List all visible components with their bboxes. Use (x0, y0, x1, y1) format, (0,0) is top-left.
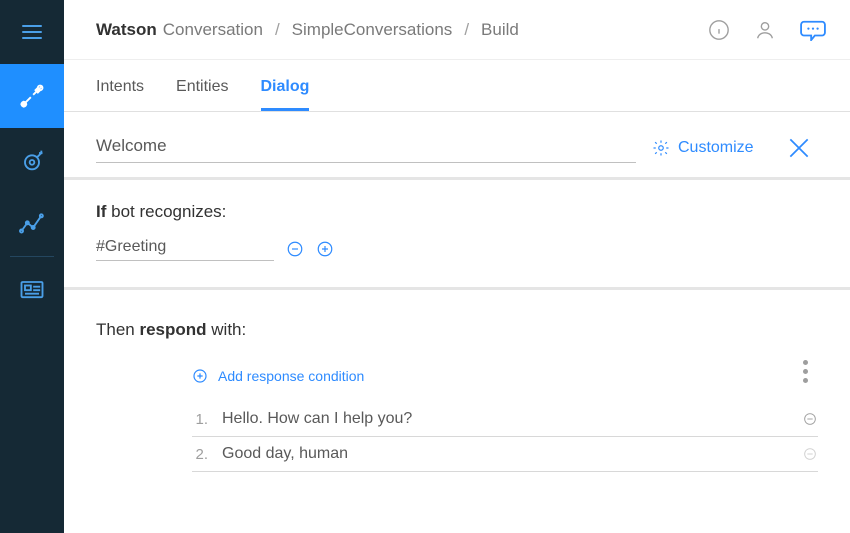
breadcrumb-brand: Watson (96, 20, 157, 40)
nav-credentials[interactable] (0, 257, 64, 321)
response-menu-icon[interactable] (803, 360, 808, 383)
breadcrumb-section: Build (481, 20, 519, 40)
tab-entities[interactable]: Entities (176, 78, 228, 111)
tab-intents[interactable]: Intents (96, 78, 144, 111)
condition-input[interactable] (96, 236, 274, 261)
breadcrumb: Watson Conversation / SimpleConversation… (96, 20, 708, 40)
response-index: 1. (192, 411, 208, 428)
response-line[interactable]: 1. Hello. How can I help you? (192, 402, 818, 437)
tab-dialog[interactable]: Dialog (261, 78, 310, 111)
wrench-icon (18, 82, 46, 110)
if-label: If (96, 202, 106, 221)
respond-suffix: with: (207, 320, 247, 339)
condition-panel: If bot recognizes: (64, 180, 850, 287)
left-nav-rail (0, 0, 64, 533)
add-response-condition-button[interactable]: Add response condition (192, 368, 364, 384)
remove-response-icon[interactable] (802, 411, 818, 427)
response-index: 2. (192, 446, 208, 463)
info-icon[interactable] (708, 19, 730, 41)
remove-condition-icon[interactable] (286, 240, 304, 258)
add-condition-icon[interactable] (316, 240, 334, 258)
respond-bold: respond (139, 320, 206, 339)
respond-prefix: Then (96, 320, 139, 339)
nav-build[interactable] (0, 64, 64, 128)
gear-icon (652, 139, 670, 157)
add-response-condition-label: Add response condition (218, 368, 364, 384)
user-icon[interactable] (754, 19, 776, 41)
analytics-icon (18, 210, 46, 238)
response-text[interactable]: Good day, human (222, 445, 788, 463)
remove-response-icon[interactable] (802, 446, 818, 462)
close-icon[interactable] (786, 135, 812, 161)
tab-bar: Intents Entities Dialog (64, 60, 850, 112)
plus-circle-icon (192, 368, 208, 384)
nav-improve[interactable] (0, 192, 64, 256)
response-line[interactable]: 2. Good day, human (192, 437, 818, 472)
menu-button[interactable] (0, 0, 64, 64)
customize-label: Customize (678, 139, 754, 157)
try-it-icon[interactable] (800, 19, 826, 41)
hamburger-icon (22, 25, 42, 39)
breadcrumb-sep: / (458, 20, 475, 40)
response-text[interactable]: Hello. How can I help you? (222, 410, 788, 428)
breadcrumb-workspace[interactable]: SimpleConversations (292, 20, 453, 40)
nav-deploy[interactable] (0, 128, 64, 192)
breadcrumb-sep: / (269, 20, 286, 40)
id-card-icon (18, 275, 46, 303)
condition-heading-rest: bot recognizes: (106, 202, 226, 221)
header-bar: Watson Conversation / SimpleConversation… (64, 0, 850, 60)
customize-button[interactable]: Customize (652, 139, 754, 157)
breadcrumb-product: Conversation (163, 20, 263, 40)
node-name-input[interactable] (96, 132, 636, 163)
respond-heading: Then respond with: (64, 290, 850, 344)
target-icon (18, 146, 46, 174)
condition-heading: If bot recognizes: (96, 202, 818, 222)
